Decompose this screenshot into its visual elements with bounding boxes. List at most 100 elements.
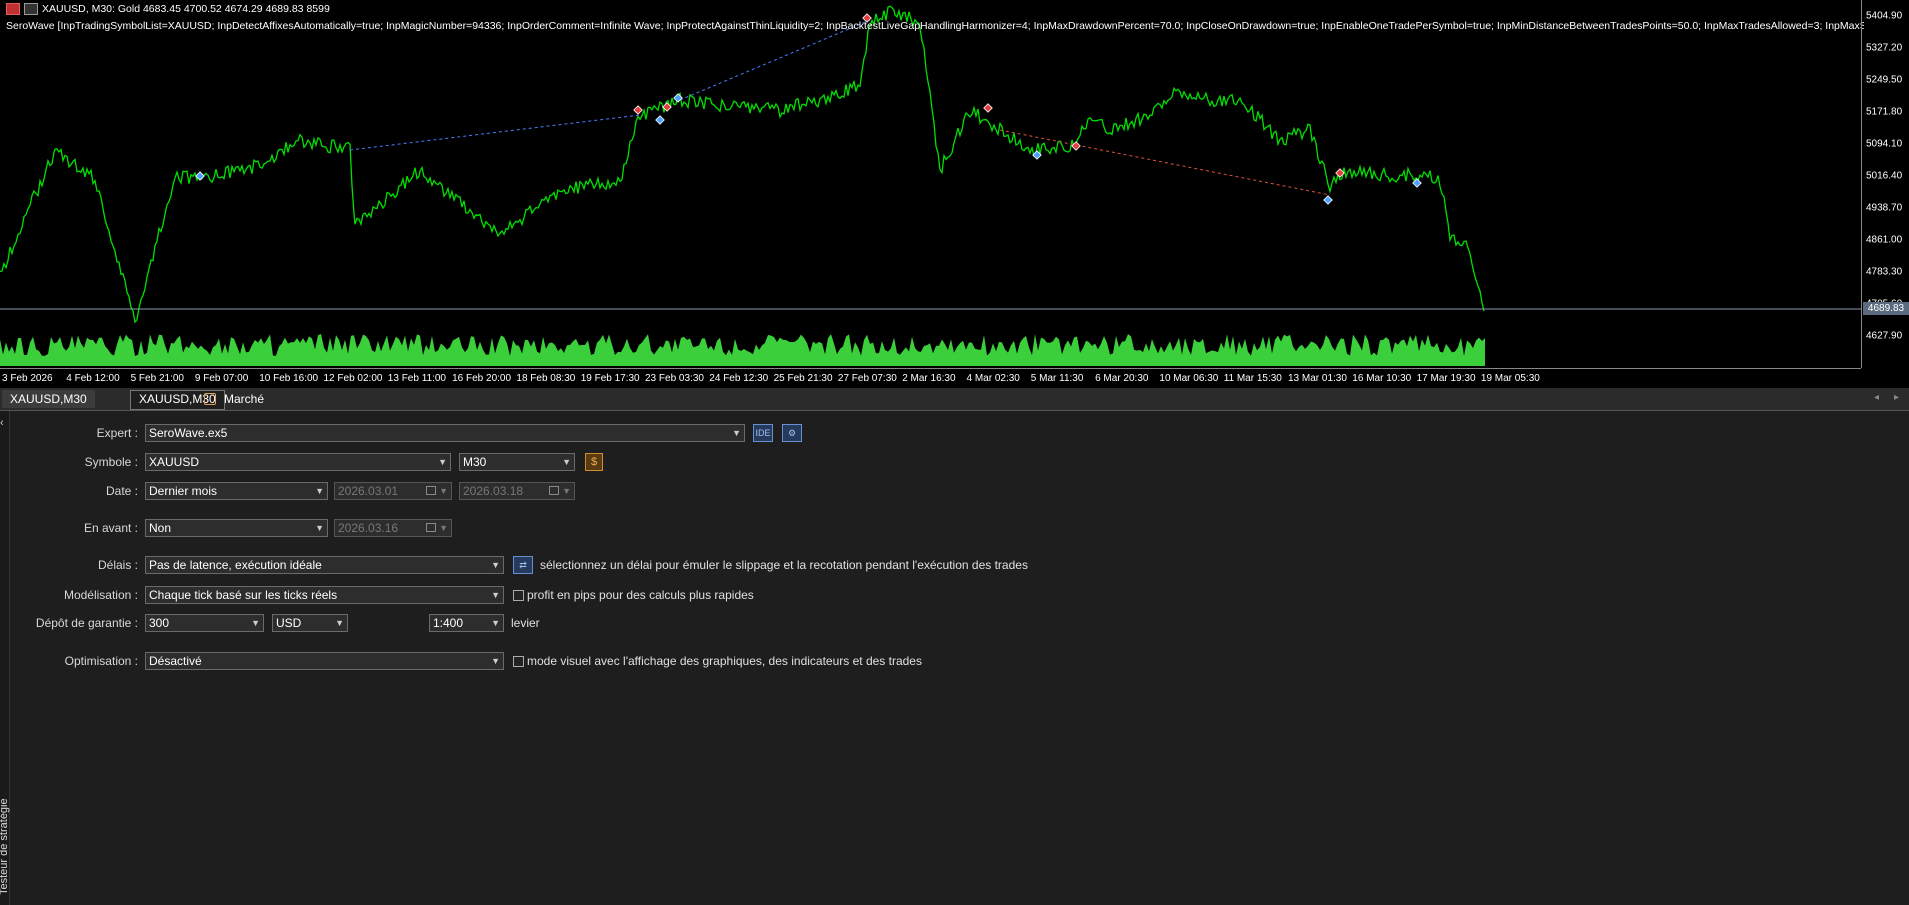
optimization-label: Optimisation : [64,654,138,668]
trade-marker[interactable] [983,103,993,113]
chart-info: XAUUSD, M30: Gold 4683.45 4700.52 4674.2… [6,3,330,15]
chevron-down-icon: ▼ [439,523,448,533]
price-chart-canvas [0,5,1861,366]
time-tick-label: 19 Feb 17:30 [580,373,640,384]
timeframe-value: M30 [463,455,487,469]
chevron-down-icon: ▼ [315,486,324,496]
chevron-down-icon: ▼ [315,523,324,533]
time-tick-label: 13 Mar 01:30 [1288,373,1347,384]
tab-market[interactable]: Marché [196,390,272,408]
time-tick-label: 2 Mar 16:30 [902,373,956,384]
date-to-field[interactable]: 2026.03.18 ▼ [459,482,575,500]
current-price-tag: 4689.83 [1863,302,1909,315]
time-tick-label: 17 Mar 19:30 [1416,373,1476,384]
currency-select[interactable]: USD ▼ [272,614,348,632]
time-tick-label: 27 Feb 07:30 [837,373,897,384]
trade-marker[interactable] [655,115,665,125]
date-from-field[interactable]: 2026.03.01 ▼ [334,482,452,500]
forward-value: Non [149,521,172,535]
chevron-down-icon: ▼ [335,618,344,628]
forward-select[interactable]: Non ▼ [145,519,328,537]
date-from-value: 2026.03.01 [338,484,399,498]
optimization-select[interactable]: Désactivé ▼ [145,652,504,670]
time-tick-label: 23 Feb 03:30 [645,373,704,384]
chart-type-icon [24,3,38,15]
delays-hint: sélectionnez un délai pour émuler le sli… [540,558,1028,572]
delays-select[interactable]: Pas de latence, exécution idéale ▼ [145,556,504,574]
price-axis[interactable]: 4627.904705.604783.304861.004938.705016.… [1861,0,1909,368]
trade-marker[interactable] [1323,195,1333,205]
chevron-down-icon: ▼ [438,457,447,467]
date-range-select[interactable]: Dernier mois ▼ [145,482,328,500]
price-tick-label: 5327.20 [1866,42,1903,54]
chevron-down-icon: ▼ [439,486,448,496]
leverage-label: levier [511,616,540,630]
date-to-value: 2026.03.18 [463,484,524,498]
tabs-next-icon[interactable]: ▸ [1894,392,1899,403]
date-label: Date : [105,484,138,498]
price-tick-label: 4861.00 [1866,234,1903,246]
symbol-label: Symbole : [84,455,138,469]
time-tick-label: 13 Feb 11:00 [387,373,446,384]
time-tick-label: 5 Mar 11:30 [1030,373,1084,384]
symbol-select[interactable]: XAUUSD ▼ [145,453,451,471]
chevron-down-icon: ▼ [491,618,500,628]
time-tick-label: 18 Feb 08:30 [516,373,576,384]
chevron-down-icon: ▼ [251,618,260,628]
tabs-prev-icon[interactable]: ◂ [1874,392,1879,403]
chevron-down-icon: ▼ [491,590,500,600]
trade-connector-line [679,19,871,101]
profit-pips-checkbox[interactable] [513,590,524,601]
calendar-icon [549,486,559,495]
tab-chart-1[interactable]: XAUUSD,M30 [2,390,95,408]
time-tick-label: 3 Feb 2026 [2,373,53,384]
trade-marker[interactable] [633,105,643,115]
price-tick-label: 4627.90 [1866,330,1903,342]
profit-pips-label: profit en pips pour des calculs plus rap… [527,588,754,602]
currency-value: USD [276,616,302,630]
time-tick-label: 12 Feb 02:00 [323,373,383,384]
symbol-properties-button[interactable]: $ [585,453,603,471]
time-tick-label: 25 Feb 21:30 [773,373,833,384]
delay-settings-button[interactable]: ⇄ [513,556,533,574]
collapse-chevron-icon[interactable]: ‹ [0,417,4,429]
chevron-down-icon: ▼ [562,486,571,496]
side-panel-label: Testeur de stratégie [0,798,10,895]
deposit-input[interactable]: 300 ▼ [145,614,264,632]
visual-mode-checkbox[interactable] [513,656,524,667]
ide-button[interactable]: IDE [753,424,773,442]
delays-label: Délais : [97,558,138,572]
time-tick-label: 19 Mar 05:30 [1480,373,1540,384]
volume-histogram [0,334,1485,366]
optimization-value: Désactivé [149,654,202,668]
time-axis[interactable]: 3 Feb 2026 4 Feb 12:00 5 Feb 21:00 9 Feb 07… [0,368,1861,389]
price-series-line [0,5,1485,324]
deposit-label: Dépôt de garantie : [35,616,138,630]
bag-icon [204,393,216,405]
modeling-value: Chaque tick basé sur les ticks réels [149,588,338,602]
forward-date-field[interactable]: 2026.03.16 ▼ [334,519,452,537]
price-tick-label: 5016.40 [1866,170,1903,182]
ea-parameters: SeroWave [InpTradingSymbolList=XAUUSD; I… [6,20,1864,32]
forward-date-value: 2026.03.16 [338,521,399,535]
symbol-flag-icon [6,3,20,15]
time-tick-label: 6 Mar 20:30 [1095,373,1149,384]
settings-gear-button[interactable]: ⚙ [782,424,802,442]
tab-market-label: Marché [224,392,265,406]
time-tick-label: 10 Feb 16:00 [259,373,319,384]
leverage-select[interactable]: 1:400 ▼ [429,614,504,632]
calendar-icon [426,486,436,495]
chevron-down-icon: ▼ [732,428,741,438]
price-tick-label: 5249.50 [1866,74,1903,86]
forward-label: En avant : [83,521,138,535]
time-tick-label: 24 Feb 12:30 [709,373,769,384]
modeling-select[interactable]: Chaque tick basé sur les ticks réels ▼ [145,586,504,604]
price-chart[interactable]: XAUUSD, M30: Gold 4683.45 4700.52 4674.2… [0,0,1909,388]
chevron-down-icon: ▼ [491,656,500,666]
time-tick-label: 5 Feb 21:00 [130,373,184,384]
expert-select[interactable]: SeroWave.ex5 ▼ [145,424,745,442]
visual-mode-label: mode visuel avec l'affichage des graphiq… [527,654,922,668]
timeframe-select[interactable]: M30 ▼ [459,453,575,471]
chevron-down-icon: ▼ [562,457,571,467]
price-tick-label: 4783.30 [1866,266,1903,278]
